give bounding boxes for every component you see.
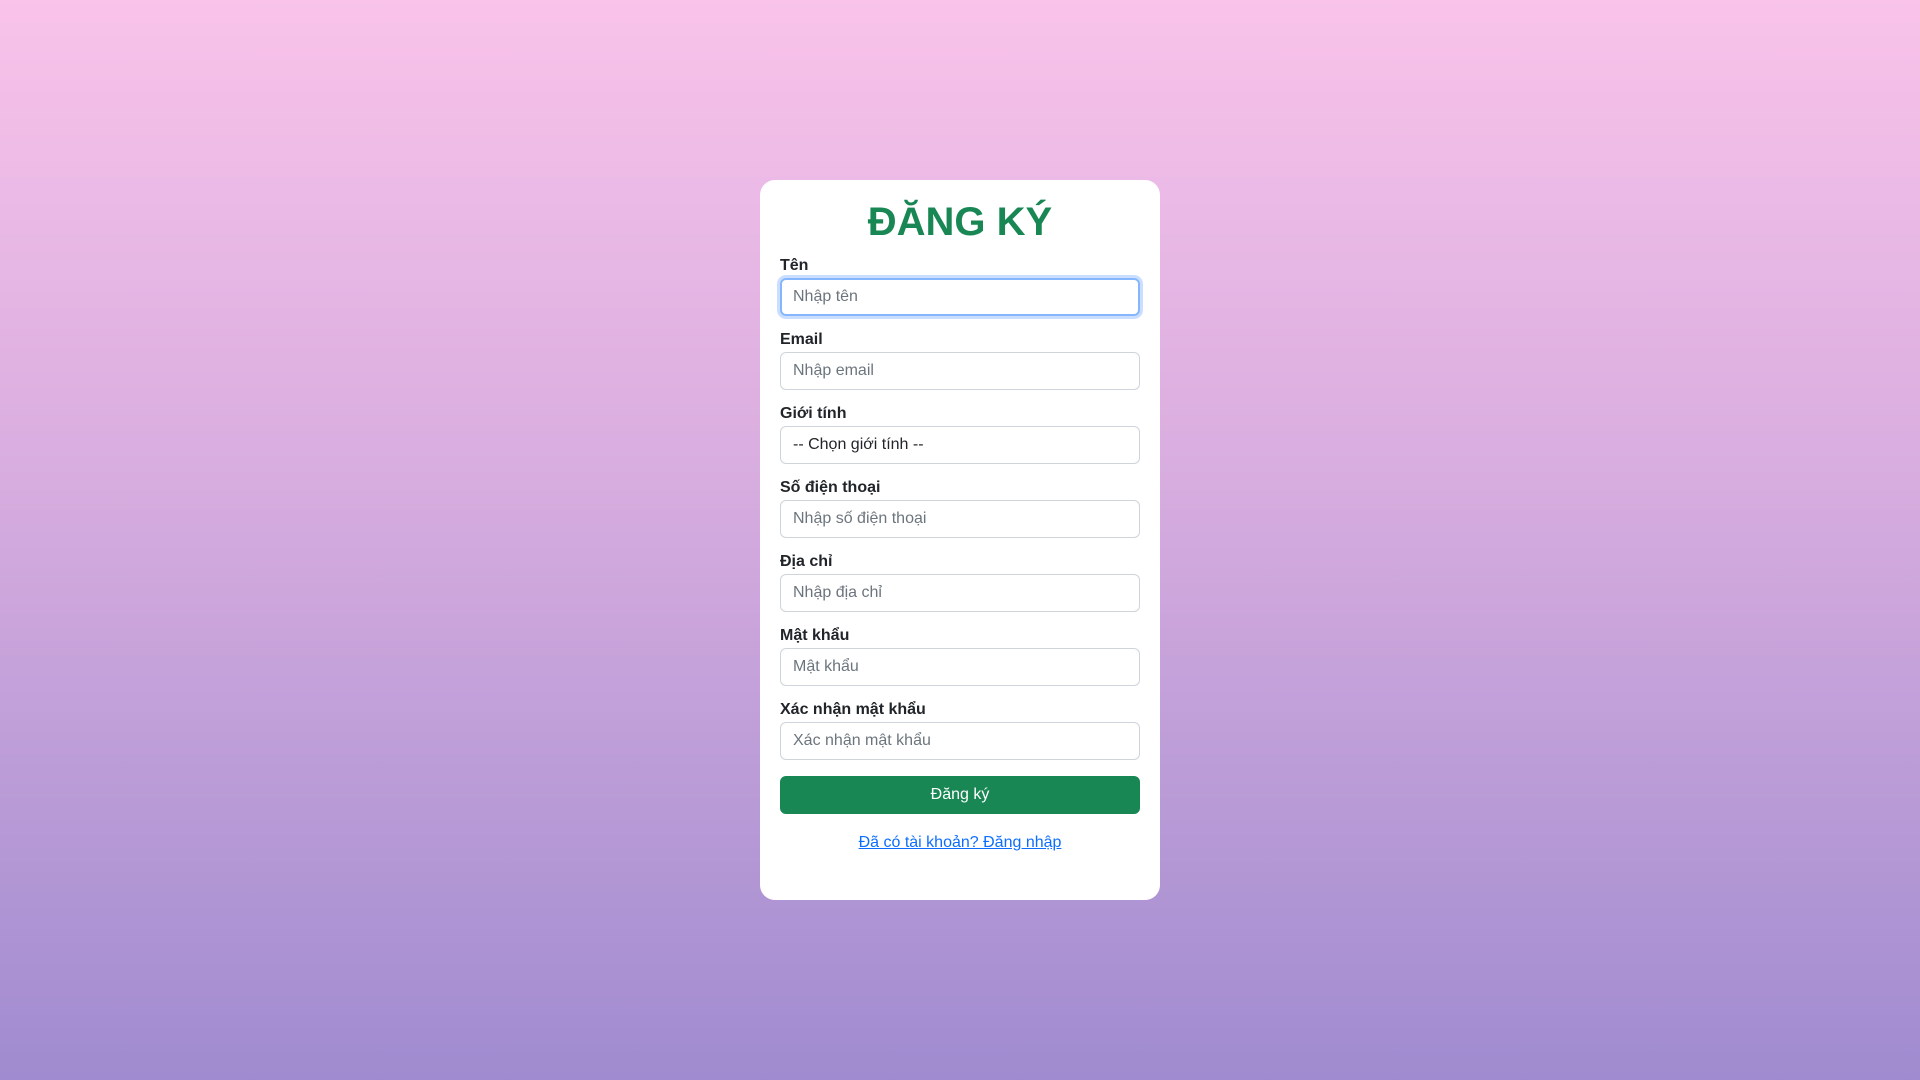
gender-select[interactable]: -- Chọn giới tính -- [780,426,1140,464]
login-link[interactable]: Đã có tài khoản? Đăng nhập [859,834,1062,851]
password-field-group: Mật khẩu [780,626,1140,686]
address-label: Địa chỉ [780,553,833,570]
email-input[interactable] [780,352,1140,390]
phone-input[interactable] [780,500,1140,538]
confirm-password-label: Xác nhận mật khẩu [780,701,926,718]
name-label: Tên [780,257,809,274]
gender-label: Giới tính [780,405,847,422]
address-input[interactable] [780,574,1140,612]
login-link-container: Đã có tài khoản? Đăng nhập [780,834,1140,852]
phone-label: Số điện thoại [780,479,881,496]
email-label: Email [780,331,823,348]
name-input[interactable] [780,278,1140,316]
password-input[interactable] [780,648,1140,686]
email-field-group: Email [780,330,1140,390]
page-title: ĐĂNG KÝ [867,200,1053,244]
phone-field-group: Số điện thoại [780,478,1140,538]
register-button[interactable]: Đăng ký [780,776,1140,814]
address-field-group: Địa chỉ [780,552,1140,612]
name-field-group: Tên [780,256,1140,316]
confirm-password-input[interactable] [780,722,1140,760]
password-label: Mật khẩu [780,627,850,644]
register-card: ĐĂNG KÝ Tên Email Giới tính -- Chọn giới… [760,180,1160,900]
gender-field-group: Giới tính -- Chọn giới tính -- [780,404,1140,464]
confirm-password-field-group: Xác nhận mật khẩu [780,700,1140,760]
